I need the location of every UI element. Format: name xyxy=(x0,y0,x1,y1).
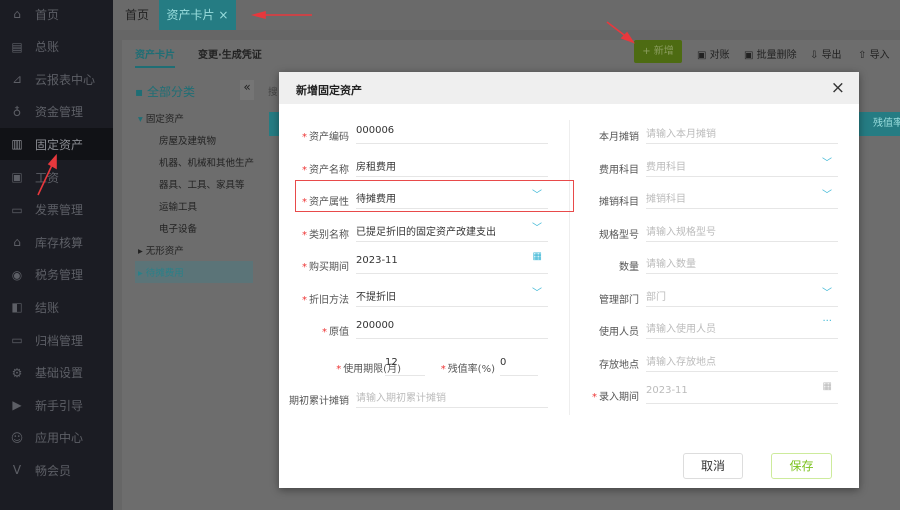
arrow-head xyxy=(250,10,266,20)
annotation-arrows xyxy=(37,10,636,196)
arrow-head xyxy=(47,153,57,170)
arrow-to-fixed-assets xyxy=(37,162,54,196)
